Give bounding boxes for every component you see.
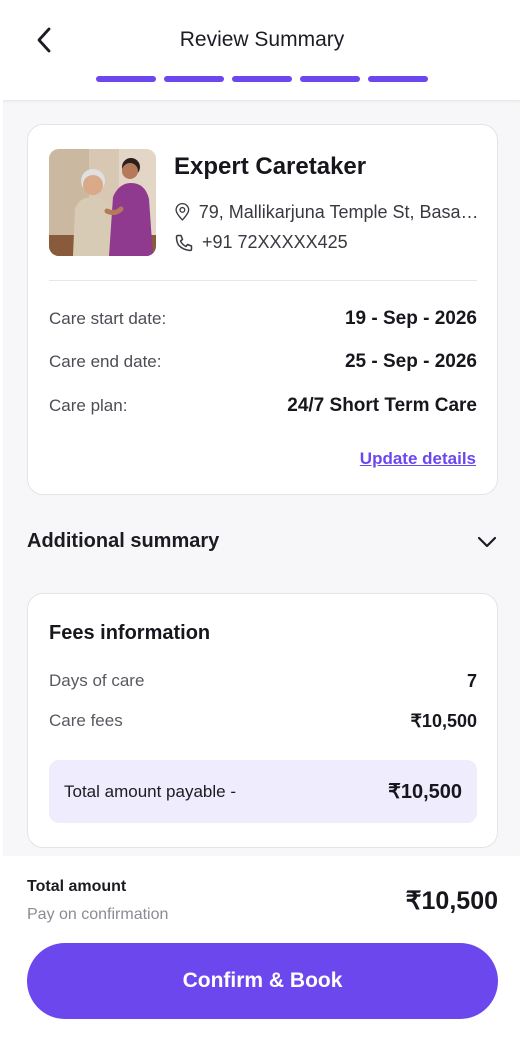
caretaker-phone: +91 72XXXXX425 <box>202 232 348 252</box>
care-end-row: Care end date: 25 - Sep - 2026 <box>49 351 477 373</box>
progress-step <box>300 76 360 82</box>
care-plan-label: Care plan: <box>49 396 128 415</box>
days-of-care-label: Days of care <box>49 671 145 690</box>
care-end-value: 25 - Sep - 2026 <box>344 351 477 372</box>
days-of-care-value: 7 <box>466 671 477 691</box>
chevron-down-icon <box>477 536 497 547</box>
care-fees-row: Care fees ₹10,500 <box>49 711 477 732</box>
total-amount-value: ₹10,500 <box>405 887 498 915</box>
total-payable-value: ₹10,500 <box>388 781 462 803</box>
total-payable-label: Total amount payable - <box>64 781 236 801</box>
caretaker-title: Expert Caretaker <box>174 153 367 180</box>
care-start-value: 19 - Sep - 2026 <box>344 308 477 329</box>
divider <box>49 280 477 281</box>
additional-summary-label: Additional summary <box>27 530 220 552</box>
progress-step <box>232 76 292 82</box>
caretaker-photo <box>49 149 156 256</box>
progress-stepper <box>96 76 428 82</box>
care-plan-value: 24/7 Short Term Care <box>287 395 477 416</box>
care-fees-value: ₹10,500 <box>410 711 477 731</box>
pay-on-confirmation-text: Pay on confirmation <box>27 906 169 923</box>
map-pin-icon <box>175 202 190 221</box>
confirm-book-button[interactable]: Confirm & Book <box>27 943 498 1019</box>
summary-content[interactable]: Expert Caretaker 79, Mallikarjuna Temple… <box>3 100 520 856</box>
phone-row: +91 72XXXXX425 <box>174 232 479 253</box>
app-header: Review Summary <box>0 0 520 100</box>
progress-step <box>368 76 428 82</box>
care-fees-label: Care fees <box>49 711 123 730</box>
care-plan-row: Care plan: 24/7 Short Term Care <box>49 395 477 417</box>
caretaker-card: Expert Caretaker 79, Mallikarjuna Temple… <box>27 124 498 495</box>
care-end-label: Care end date: <box>49 352 162 371</box>
progress-step <box>164 76 224 82</box>
fees-card: Fees information Days of care 7 Care fee… <box>27 593 498 848</box>
care-start-label: Care start date: <box>49 309 167 328</box>
additional-summary-toggle[interactable]: Additional summary <box>27 530 498 553</box>
total-amount-label: Total amount <box>27 878 127 895</box>
total-payable-box: Total amount payable - ₹10,500 <box>49 760 477 823</box>
fees-title: Fees information <box>49 622 211 644</box>
progress-step <box>96 76 156 82</box>
caretaker-address: 79, Mallikarjuna Temple St, Basavanagudi <box>198 201 479 222</box>
update-details-link[interactable]: Update details <box>360 449 476 469</box>
address-row: 79, Mallikarjuna Temple St, Basavanagudi <box>174 201 479 223</box>
days-of-care-row: Days of care 7 <box>49 671 477 692</box>
checkout-footer: Total amount Pay on confirmation ₹10,500… <box>0 856 520 1046</box>
page-title: Review Summary <box>179 28 345 51</box>
care-start-row: Care start date: 19 - Sep - 2026 <box>49 308 477 330</box>
phone-icon <box>175 234 193 251</box>
